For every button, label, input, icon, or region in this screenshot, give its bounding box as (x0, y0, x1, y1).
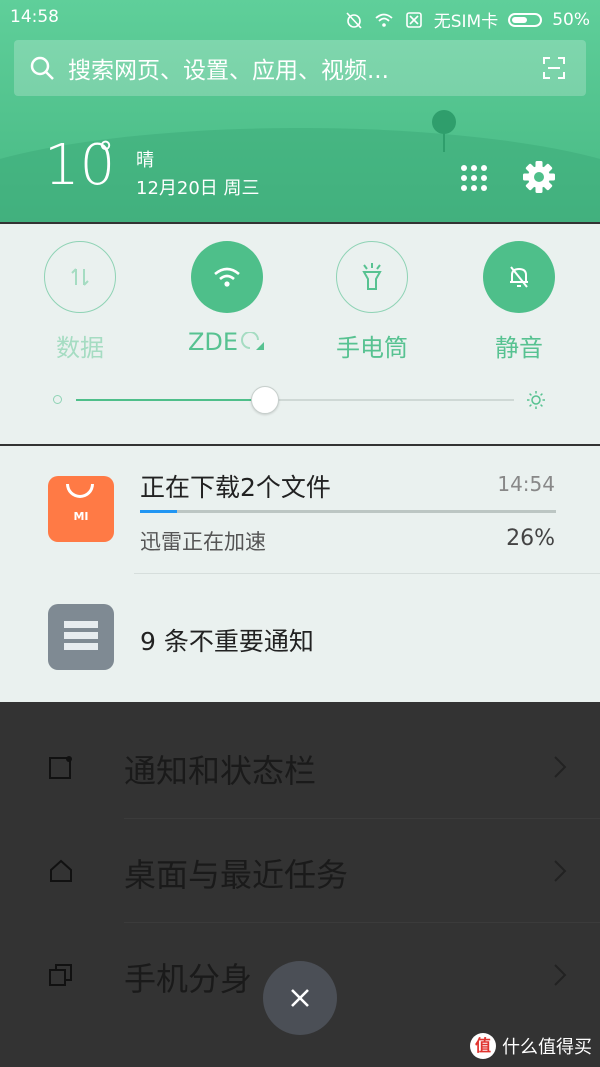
watermark-logo: 值 (470, 1033, 496, 1059)
settings-item-desktop[interactable]: 桌面与最近任务 (0, 820, 600, 924)
close-shade-button[interactable] (263, 961, 337, 1035)
status-icons: 无SIM卡 50% (344, 7, 590, 32)
chevron-right-icon (554, 964, 567, 986)
gear-icon[interactable] (522, 160, 556, 194)
notification-shade-header: 14:58 无SIM卡 50% 搜索网页、设置、应用、视频... 10 ° 晴 … (0, 0, 600, 222)
weather-date: 12月20日 周三 (136, 178, 260, 199)
notification-title: 正在下载2个文件 (140, 473, 331, 502)
notification-bar-icon (49, 756, 72, 779)
brightness-max-icon (527, 391, 545, 409)
battery-percent: 50% (552, 9, 590, 30)
download-notification[interactable]: MI 正在下载2个文件 14:54 迅雷正在加速 26% (0, 446, 600, 574)
watermark-text: 什么值得买 (502, 1037, 592, 1058)
wifi-network-name: ZDE (187, 328, 239, 356)
flashlight-icon (362, 263, 382, 290)
notification-time: 14:54 (497, 472, 555, 496)
toggle-mute-label: 静音 (495, 334, 543, 362)
brightness-knob[interactable] (251, 386, 280, 414)
notification-list: MI 正在下载2个文件 14:54 迅雷正在加速 26% 9 条不重要通知 (0, 446, 600, 702)
weather-degree: ° (98, 136, 113, 171)
wifi-icon (375, 13, 393, 27)
settings-item-label: 桌面与最近任务 (124, 856, 349, 894)
toggle-data[interactable] (44, 241, 116, 313)
mi-logo-text: MI (73, 510, 89, 523)
settings-item-label: 手机分身 (124, 960, 253, 998)
sim-status: 无SIM卡 (433, 12, 499, 32)
toggle-flashlight[interactable] (336, 241, 408, 313)
close-icon (291, 989, 309, 1007)
search-icon (30, 56, 54, 80)
tree-decoration (432, 110, 456, 152)
chevron-right-icon (554, 756, 567, 778)
toggle-data-label: 数据 (56, 334, 104, 362)
alarm-off-icon (346, 11, 362, 29)
chevron-right-icon (554, 860, 567, 882)
search-placeholder: 搜索网页、设置、应用、视频... (68, 58, 389, 84)
wifi-icon (214, 267, 240, 287)
wifi-signal-icon (241, 331, 265, 350)
dual-apps-icon (49, 964, 72, 986)
settings-item-label: 通知和状态栏 (124, 752, 317, 790)
weather-condition: 晴 (136, 150, 154, 171)
data-arrows-icon (71, 268, 89, 286)
download-percent: 26% (506, 526, 555, 551)
settings-item-notifications[interactable]: 通知和状态栏 (0, 716, 600, 820)
sim-off-icon (405, 11, 422, 28)
smzdm-watermark: 值 什么值得买 (470, 1033, 592, 1059)
search-bar[interactable]: 搜索网页、设置、应用、视频... (14, 40, 586, 96)
apps-grid-icon[interactable] (460, 164, 488, 192)
status-bar: 14:58 无SIM卡 50% (0, 0, 600, 34)
home-icon (50, 859, 72, 882)
download-progress-fill (140, 510, 178, 513)
toggle-flashlight-label: 手电筒 (336, 334, 408, 362)
download-progress-bar (140, 510, 556, 513)
brightness-min-icon (53, 395, 62, 404)
notification-subtitle: 迅雷正在加速 (140, 530, 266, 554)
unimportant-notifications-title: 9 条不重要通知 (140, 627, 314, 656)
scan-icon[interactable] (542, 56, 566, 80)
unimportant-notifications[interactable]: 9 条不重要通知 (0, 574, 600, 702)
bell-off-icon (510, 266, 528, 288)
quick-settings-panel: 数据 ZDE 手电筒 静音 (0, 224, 600, 444)
status-time: 14:58 (10, 7, 59, 27)
mi-store-app-icon: MI (48, 476, 114, 542)
brightness-slider[interactable] (76, 399, 514, 401)
brightness-fill (76, 399, 265, 401)
toggle-wifi-label: ZDE (167, 328, 287, 356)
battery-icon (508, 12, 543, 27)
notification-stack-icon (48, 604, 114, 670)
toggle-wifi[interactable] (191, 241, 263, 313)
toggle-mute[interactable] (483, 241, 555, 313)
